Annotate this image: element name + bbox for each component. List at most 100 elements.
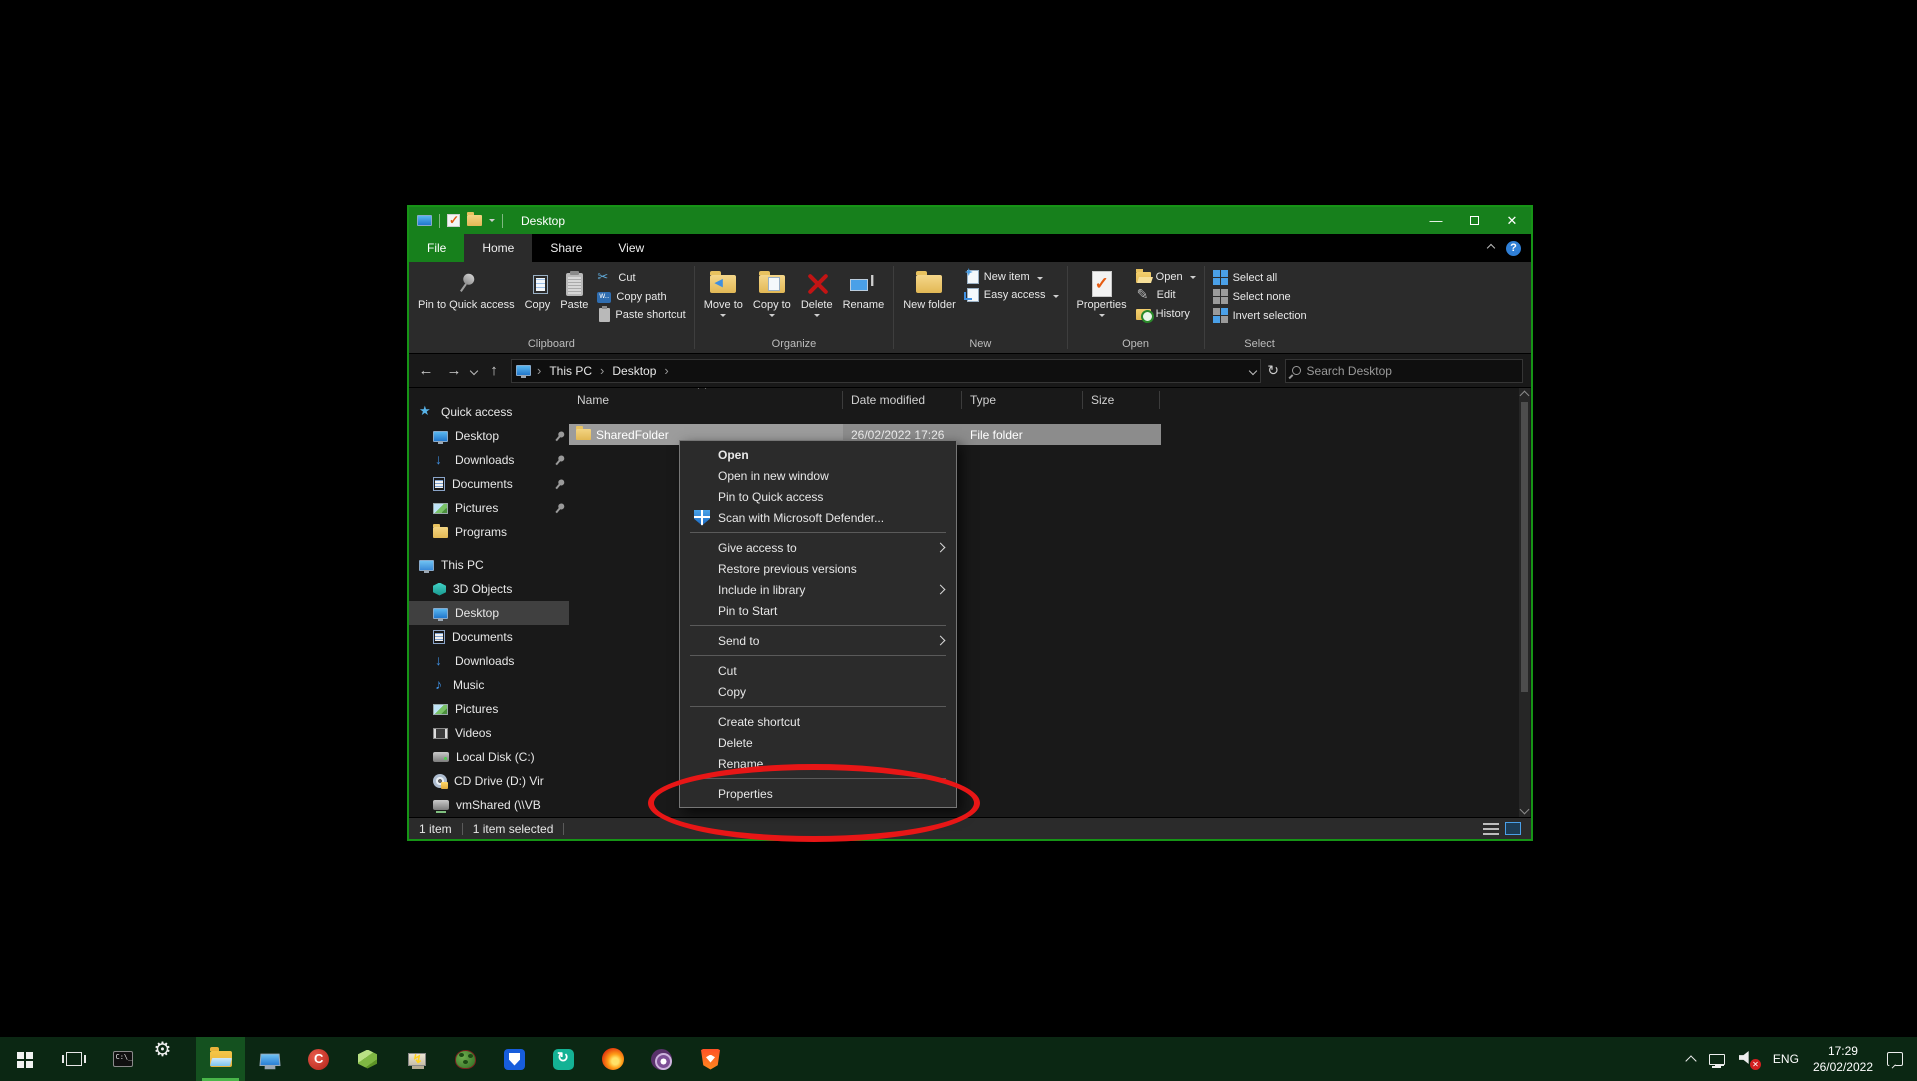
recent-locations-icon[interactable]: [470, 366, 478, 374]
edit-button[interactable]: Edit: [1132, 286, 1200, 304]
sidebar-item-music[interactable]: Music: [409, 673, 569, 697]
large-icons-view-button[interactable]: [1505, 822, 1521, 835]
up-button[interactable]: ↑: [483, 362, 505, 379]
language-indicator[interactable]: ENG: [1773, 1052, 1799, 1066]
open-button[interactable]: Open: [1132, 269, 1200, 284]
address-bar[interactable]: › This PC › Desktop ›: [511, 359, 1261, 383]
sidebar-item-desktop[interactable]: Desktop: [409, 424, 569, 448]
sidebar-item-pictures[interactable]: Pictures: [409, 697, 569, 721]
paste-button[interactable]: Paste: [555, 265, 593, 312]
new-folder-button[interactable]: New folder: [898, 265, 961, 312]
sidebar-item-documents[interactable]: Documents: [409, 472, 569, 496]
sidebar-item-downloads[interactable]: Downloads: [409, 448, 569, 472]
breadcrumb-desktop[interactable]: Desktop: [610, 364, 658, 378]
copy-button[interactable]: Copy: [520, 265, 556, 312]
tab-share[interactable]: Share: [532, 234, 600, 262]
menu-item-send-to[interactable]: Send to: [680, 630, 956, 651]
refresh-icon[interactable]: ↻: [1267, 362, 1279, 379]
search-box[interactable]: [1285, 359, 1523, 383]
sidebar-item-pictures[interactable]: Pictures: [409, 496, 569, 520]
sidebar-item-downloads[interactable]: Downloads: [409, 649, 569, 673]
new-item-button[interactable]: New item: [961, 269, 1063, 285]
new-folder-qat-icon[interactable]: [467, 215, 482, 226]
breadcrumb-this-pc[interactable]: This PC: [547, 364, 594, 378]
close-button[interactable]: ✕: [1493, 207, 1531, 234]
taskbar-button-bitwarden[interactable]: [490, 1037, 539, 1081]
column-header-type[interactable]: Type: [962, 391, 1083, 409]
search-input[interactable]: [1307, 364, 1516, 378]
action-center-icon[interactable]: [1887, 1052, 1903, 1066]
paste-shortcut-button[interactable]: Paste shortcut: [593, 306, 689, 323]
sidebar-item-documents[interactable]: Documents: [409, 625, 569, 649]
taskbar-button-remote-pc[interactable]: [392, 1037, 441, 1081]
sidebar-item-programs[interactable]: Programs: [409, 520, 569, 544]
menu-item-open[interactable]: Open: [680, 444, 956, 465]
network-icon[interactable]: [1709, 1054, 1725, 1065]
hidden-icons-chevron-icon[interactable]: [1685, 1055, 1696, 1066]
menu-item-give-access-to[interactable]: Give access to: [680, 537, 956, 558]
help-icon[interactable]: ?: [1506, 241, 1521, 256]
forward-button[interactable]: →: [443, 362, 465, 379]
pin-to-quick-access-button[interactable]: Pin to Quick access: [413, 265, 520, 312]
menu-item-open-in-new-window[interactable]: Open in new window: [680, 465, 956, 486]
taskbar-button-task-view[interactable]: [49, 1037, 98, 1081]
menu-item-pin-to-start[interactable]: Pin to Start: [680, 600, 956, 621]
taskbar-button-vm-monitor[interactable]: [245, 1037, 294, 1081]
easy-access-button[interactable]: Easy access: [961, 287, 1063, 303]
collapse-ribbon-icon[interactable]: [1487, 244, 1495, 252]
properties-button[interactable]: Properties: [1072, 265, 1132, 320]
minimize-button[interactable]: —: [1417, 207, 1455, 234]
address-dropdown-icon[interactable]: [1249, 366, 1257, 374]
taskbar-button-explorer[interactable]: [196, 1037, 245, 1081]
menu-item-create-shortcut[interactable]: Create shortcut: [680, 711, 956, 732]
taskbar-button-tor[interactable]: [637, 1037, 686, 1081]
taskbar-button-terminal[interactable]: [98, 1037, 147, 1081]
copy-to-button[interactable]: Copy to: [748, 265, 796, 320]
qat-dropdown-icon[interactable]: [489, 219, 495, 225]
maximize-button[interactable]: [1455, 207, 1493, 234]
sidebar-item-cd-drive-d-vir[interactable]: CD Drive (D:) Vir: [409, 769, 569, 793]
tab-home[interactable]: Home: [464, 234, 532, 262]
rename-button[interactable]: Rename: [838, 265, 890, 312]
sidebar-item-desktop[interactable]: Desktop: [409, 601, 569, 625]
menu-item-scan-with-microsoft-defender[interactable]: Scan with Microsoft Defender...: [680, 507, 956, 528]
sidebar-item-3d-objects[interactable]: 3D Objects: [409, 577, 569, 601]
taskbar-button-settings[interactable]: [147, 1037, 196, 1081]
copy-path-button[interactable]: Copy path: [593, 289, 689, 304]
back-button[interactable]: ←: [415, 362, 437, 379]
taskbar-button-start[interactable]: [0, 1037, 49, 1081]
properties-qat-icon[interactable]: [447, 214, 460, 227]
tab-view[interactable]: View: [600, 234, 662, 262]
menu-item-copy[interactable]: Copy: [680, 681, 956, 702]
history-button[interactable]: History: [1132, 306, 1200, 321]
taskbar-button-frog[interactable]: [441, 1037, 490, 1081]
sidebar-item-videos[interactable]: Videos: [409, 721, 569, 745]
taskbar-button-green-cube[interactable]: [343, 1037, 392, 1081]
volume-muted-icon[interactable]: ✕: [1739, 1051, 1759, 1067]
sidebar-item-local-disk-c[interactable]: Local Disk (C:): [409, 745, 569, 769]
menu-item-include-in-library[interactable]: Include in library: [680, 579, 956, 600]
menu-item-restore-previous-versions[interactable]: Restore previous versions: [680, 558, 956, 579]
menu-item-cut[interactable]: Cut: [680, 660, 956, 681]
sidebar-item-this-pc[interactable]: This PC: [409, 553, 569, 577]
column-header-date-modified[interactable]: Date modified: [843, 391, 962, 409]
clock[interactable]: 17:29 26/02/2022: [1813, 1043, 1873, 1075]
menu-item-delete[interactable]: Delete: [680, 732, 956, 753]
column-header-name[interactable]: Name: [569, 391, 843, 409]
move-to-button[interactable]: Move to: [699, 265, 748, 320]
cut-button[interactable]: Cut: [593, 269, 689, 287]
taskbar-button-firefox[interactable]: [588, 1037, 637, 1081]
select-all-button[interactable]: Select all: [1209, 269, 1311, 286]
menu-item-pin-to-quick-access[interactable]: Pin to Quick access: [680, 486, 956, 507]
column-header-size[interactable]: Size: [1083, 391, 1160, 409]
details-view-button[interactable]: [1483, 823, 1499, 835]
tab-file[interactable]: File: [409, 234, 464, 262]
taskbar-button-brave[interactable]: [686, 1037, 735, 1081]
taskbar-button-sync[interactable]: [539, 1037, 588, 1081]
delete-button[interactable]: Delete: [796, 265, 838, 320]
select-none-button[interactable]: Select none: [1209, 288, 1311, 305]
invert-selection-button[interactable]: Invert selection: [1209, 307, 1311, 324]
taskbar-button-ccleaner[interactable]: [294, 1037, 343, 1081]
sidebar-item-vmshared-vb[interactable]: vmShared (\\VB: [409, 793, 569, 817]
sidebar-item-quick-access[interactable]: Quick access: [409, 400, 569, 424]
